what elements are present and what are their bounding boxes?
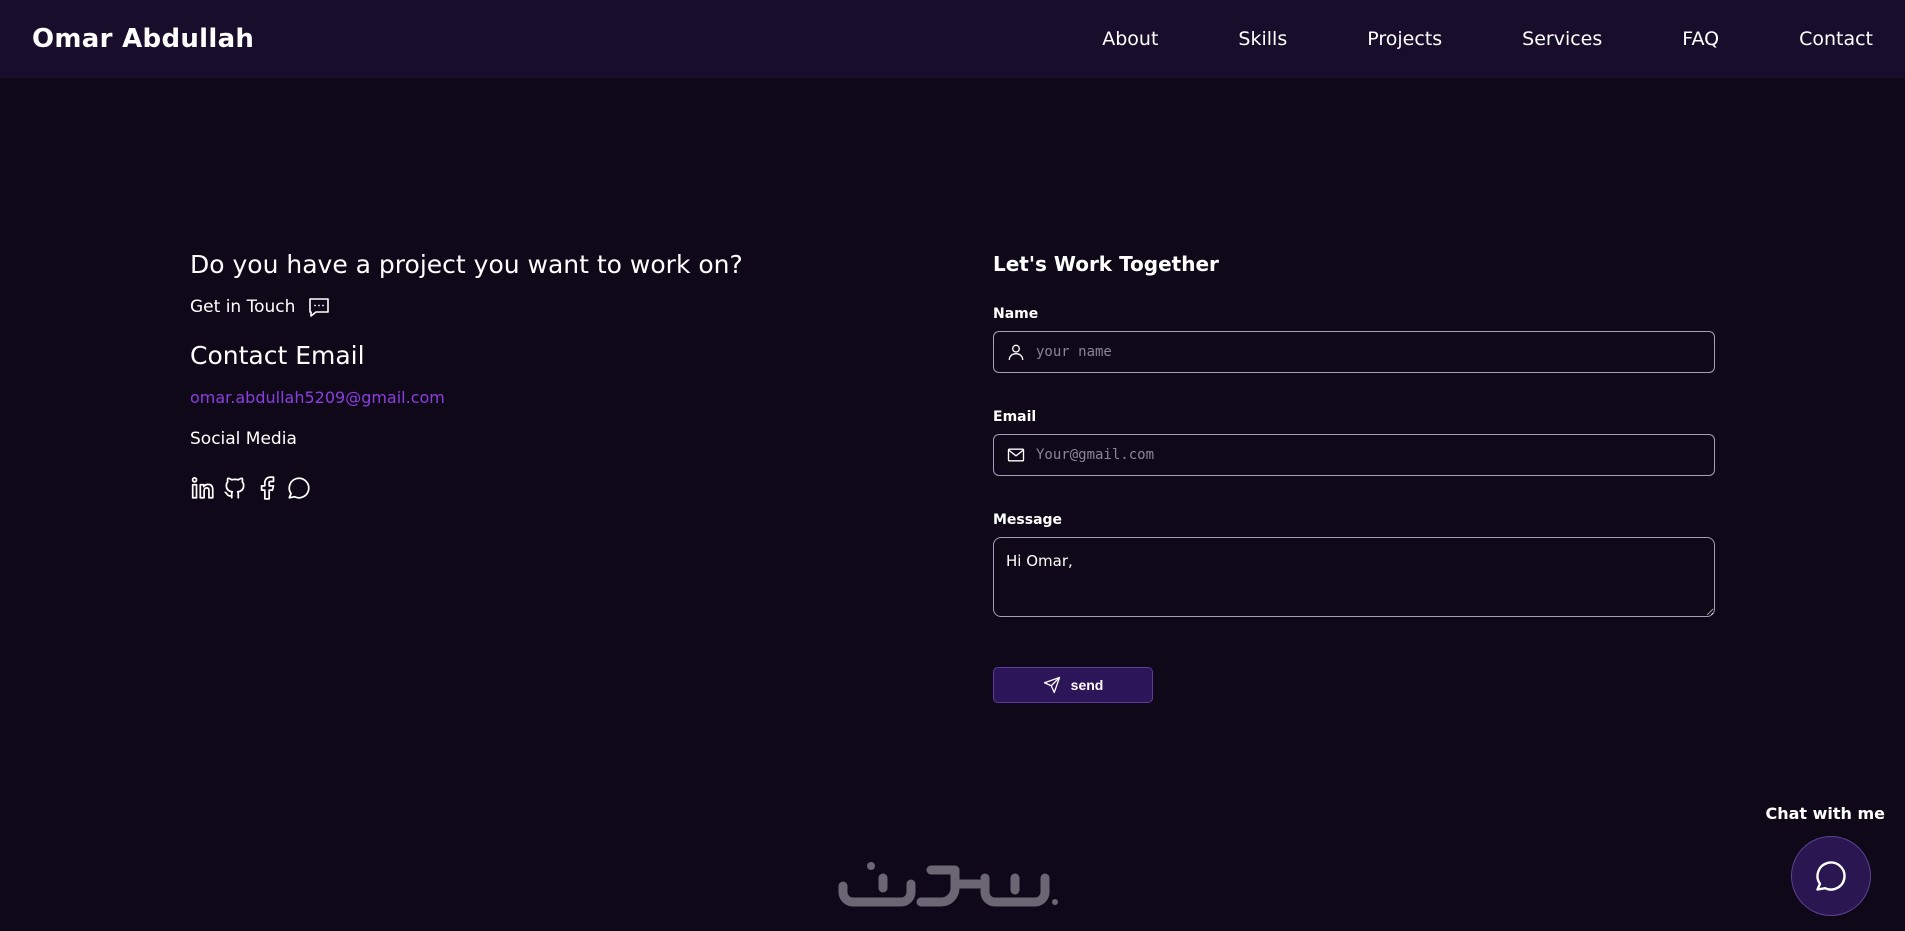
contact-info: Do you have a project you want to work o…: [190, 250, 810, 501]
email-field: [993, 434, 1715, 476]
nav-contact[interactable]: Contact: [1799, 28, 1873, 50]
email-input[interactable]: [1036, 447, 1702, 463]
message-square-icon: [307, 295, 331, 319]
send-button[interactable]: send: [993, 667, 1153, 703]
nav-services[interactable]: Services: [1522, 28, 1602, 50]
nav-faq[interactable]: FAQ: [1682, 28, 1719, 50]
mail-icon: [1006, 445, 1026, 465]
social-media-title: Social Media: [190, 429, 297, 449]
send-icon: [1043, 676, 1061, 694]
send-label: send: [1070, 677, 1104, 693]
user-icon: [1006, 342, 1026, 362]
message-label: Message: [993, 512, 1063, 528]
contact-email-title: Contact Email: [190, 341, 365, 370]
get-in-touch-label: Get in Touch: [190, 297, 296, 317]
main-nav: About Skills Projects Services FAQ Conta…: [1102, 28, 1873, 50]
name-input[interactable]: [1036, 344, 1702, 360]
name-field: [993, 331, 1715, 373]
email-label: Email: [993, 409, 1037, 425]
chat-bubble-icon: [1813, 858, 1849, 894]
message-textarea[interactable]: [993, 537, 1715, 617]
nav-projects[interactable]: Projects: [1367, 28, 1442, 50]
social-links: [190, 475, 810, 501]
facebook-icon[interactable]: [254, 475, 280, 501]
brand-name[interactable]: Omar Abdullah: [32, 24, 254, 54]
project-question: Do you have a project you want to work o…: [190, 250, 743, 279]
form-title: Let's Work Together: [993, 252, 1219, 276]
get-in-touch: Get in Touch: [190, 295, 810, 319]
linkedin-icon[interactable]: [190, 475, 216, 501]
footer-logo: [835, 856, 1070, 912]
header: Omar Abdullah About Skills Projects Serv…: [0, 0, 1905, 78]
email-link[interactable]: omar.abdullah5209@gmail.com: [190, 388, 810, 407]
github-icon[interactable]: [222, 475, 248, 501]
nav-skills[interactable]: Skills: [1238, 28, 1287, 50]
chat-label: Chat with me: [1765, 804, 1885, 823]
name-label: Name: [993, 306, 1039, 322]
whatsapp-icon[interactable]: [286, 475, 312, 501]
chat-button[interactable]: [1791, 836, 1871, 916]
nav-about[interactable]: About: [1102, 28, 1158, 50]
contact-form: Let's Work Together Name Email Message: [993, 252, 1715, 703]
